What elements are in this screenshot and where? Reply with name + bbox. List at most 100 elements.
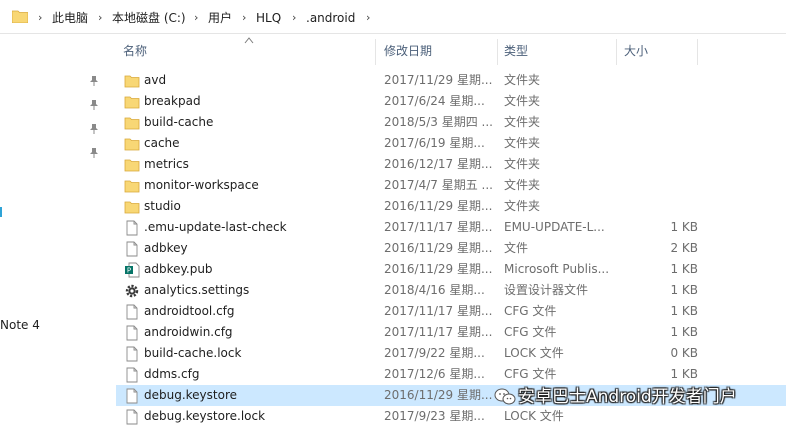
column-size-header[interactable]: 大小: [624, 35, 648, 67]
file-row[interactable]: ddms.cfg 2017/12/6 星期... CFG 文件 1 KB: [116, 364, 786, 385]
column-divider[interactable]: [375, 39, 376, 65]
file-icon: [124, 241, 140, 257]
breadcrumb-this-pc[interactable]: 此电脑: [52, 10, 88, 26]
file-row[interactable]: analytics.settings 2018/4/16 星期... 设置设计器文件…: [116, 280, 786, 301]
file-name: adbkey: [144, 241, 188, 255]
file-name: build-cache.lock: [144, 346, 242, 360]
file-type: 文件夹: [504, 157, 541, 171]
file-date: 2017/9/22 星期...: [384, 346, 485, 360]
file-size: 1 KB: [670, 220, 698, 234]
file-size: [624, 175, 698, 196]
file-date: 2018/4/16 星期...: [384, 283, 485, 297]
folder-icon: [124, 157, 140, 173]
file-name: studio: [144, 199, 181, 213]
file-name: ddms.cfg: [144, 367, 200, 381]
file-date: 2017/4/7 星期五 ...: [384, 178, 493, 192]
file-type: CFG 文件: [504, 325, 557, 339]
file-row[interactable]: .emu-update-last-check 2017/11/17 星期... EM…: [116, 217, 786, 238]
column-name-header[interactable]: 名称: [123, 35, 147, 67]
file-size: [624, 133, 698, 154]
file-size: [624, 196, 698, 217]
publisher-file-icon: P: [124, 262, 140, 278]
file-size: 0 KB: [670, 346, 698, 360]
pin-icon[interactable]: [88, 75, 100, 87]
pin-icon[interactable]: [88, 123, 100, 135]
column-divider[interactable]: [497, 39, 498, 65]
file-icon: [124, 346, 140, 362]
breadcrumb-users[interactable]: 用户: [208, 10, 232, 26]
file-name: analytics.settings: [144, 283, 250, 297]
file-row[interactable]: Padbkey.pub 2016/11/29 星期... Microsoft Pub…: [116, 259, 786, 280]
file-date: 2016/11/29 星期...: [384, 262, 493, 276]
chevron-right-icon[interactable]: ›: [242, 10, 246, 26]
breadcrumb-hlq[interactable]: HLQ: [256, 10, 281, 26]
file-row[interactable]: cache 2017/6/19 星期... 文件夹: [116, 133, 786, 154]
chevron-right-icon[interactable]: ›: [38, 10, 42, 26]
pin-icon[interactable]: [88, 147, 100, 159]
file-name: adbkey.pub: [144, 262, 213, 276]
watermark-text: 安卓巴士Android开发者门户: [518, 387, 737, 407]
chevron-right-icon[interactable]: ›: [194, 10, 198, 26]
file-row[interactable]: breakpad 2017/6/24 星期... 文件夹: [116, 91, 786, 112]
folder-icon: [124, 73, 140, 89]
file-size: 1 KB: [670, 304, 698, 318]
file-date: 2017/6/19 星期...: [384, 136, 485, 150]
column-divider[interactable]: [616, 39, 617, 65]
chevron-right-icon[interactable]: ›: [292, 10, 296, 26]
file-row[interactable]: studio 2016/11/29 星期... 文件夹: [116, 196, 786, 217]
folder-icon: [12, 10, 28, 23]
file-row[interactable]: build-cache 2018/5/3 星期四 ... 文件夹: [116, 112, 786, 133]
file-row[interactable]: adbkey 2016/11/29 星期... 文件 2 KB: [116, 238, 786, 259]
file-icon: [124, 325, 140, 341]
file-row[interactable]: monitor-workspace 2017/4/7 星期五 ... 文件夹: [116, 175, 786, 196]
breadcrumb-local-disk[interactable]: 本地磁盘 (C:): [112, 10, 186, 26]
file-icon: [124, 367, 140, 383]
file-icon: [124, 304, 140, 320]
wechat-logo-icon: [494, 388, 516, 405]
file-type: LOCK 文件: [504, 346, 564, 360]
file-type: Microsoft Publis...: [504, 262, 610, 276]
file-type: CFG 文件: [504, 304, 557, 318]
file-name: debug.keystore: [144, 388, 238, 402]
chevron-right-icon[interactable]: ›: [366, 10, 370, 26]
file-date: 2017/12/6 星期...: [384, 367, 485, 381]
file-type: 文件夹: [504, 178, 541, 192]
column-divider[interactable]: [697, 39, 698, 65]
column-date-header[interactable]: 修改日期: [384, 35, 432, 67]
column-header: 名称 修改日期 类型 大小: [108, 35, 786, 67]
navigation-pane[interactable]: Note 4: [0, 35, 108, 431]
file-date: 2016/11/29 星期...: [384, 199, 493, 213]
file-name: avd: [144, 73, 167, 87]
file-date: 2016/12/17 星期...: [384, 157, 493, 171]
file-size: 1 KB: [670, 367, 698, 381]
file-name: breakpad: [144, 94, 201, 108]
pin-icon[interactable]: [88, 99, 100, 111]
file-icon: [124, 388, 140, 404]
file-date: 2017/9/23 星期...: [384, 409, 485, 423]
file-type: 文件夹: [504, 73, 541, 87]
file-row[interactable]: build-cache.lock 2017/9/22 星期... LOCK 文件 0 …: [116, 343, 786, 364]
nav-item-note4[interactable]: Note 4: [0, 318, 40, 332]
breadcrumb-android[interactable]: .android: [306, 10, 355, 26]
file-row[interactable]: metrics 2016/12/17 星期... 文件夹: [116, 154, 786, 175]
svg-text:P: P: [127, 267, 131, 275]
settings-gear-icon: [124, 283, 140, 299]
file-row[interactable]: androidtool.cfg 2017/11/17 星期... CFG 文件 1 K…: [116, 301, 786, 322]
chevron-right-icon[interactable]: ›: [98, 10, 102, 26]
column-type-header[interactable]: 类型: [504, 35, 528, 67]
file-icon: [124, 409, 140, 425]
address-bar[interactable]: › 此电脑 › 本地磁盘 (C:) › 用户 › HLQ › .android …: [0, 0, 786, 34]
file-type: 文件夹: [504, 136, 541, 150]
file-size: [624, 112, 698, 133]
file-date: 2017/11/17 星期...: [384, 304, 493, 318]
folder-icon: [124, 136, 140, 152]
file-size: [624, 154, 698, 175]
file-row[interactable]: avd 2017/11/29 星期... 文件夹: [116, 70, 786, 91]
file-date: 2017/11/29 星期...: [384, 73, 493, 87]
file-type: 文件夹: [504, 94, 541, 108]
file-size: 2 KB: [670, 241, 698, 255]
file-date: 2018/5/3 星期四 ...: [384, 115, 493, 129]
file-row[interactable]: androidwin.cfg 2017/11/17 星期... CFG 文件 1 KB: [116, 322, 786, 343]
file-name: cache: [144, 136, 180, 150]
watermark: 安卓巴士Android开发者门户: [488, 384, 786, 410]
